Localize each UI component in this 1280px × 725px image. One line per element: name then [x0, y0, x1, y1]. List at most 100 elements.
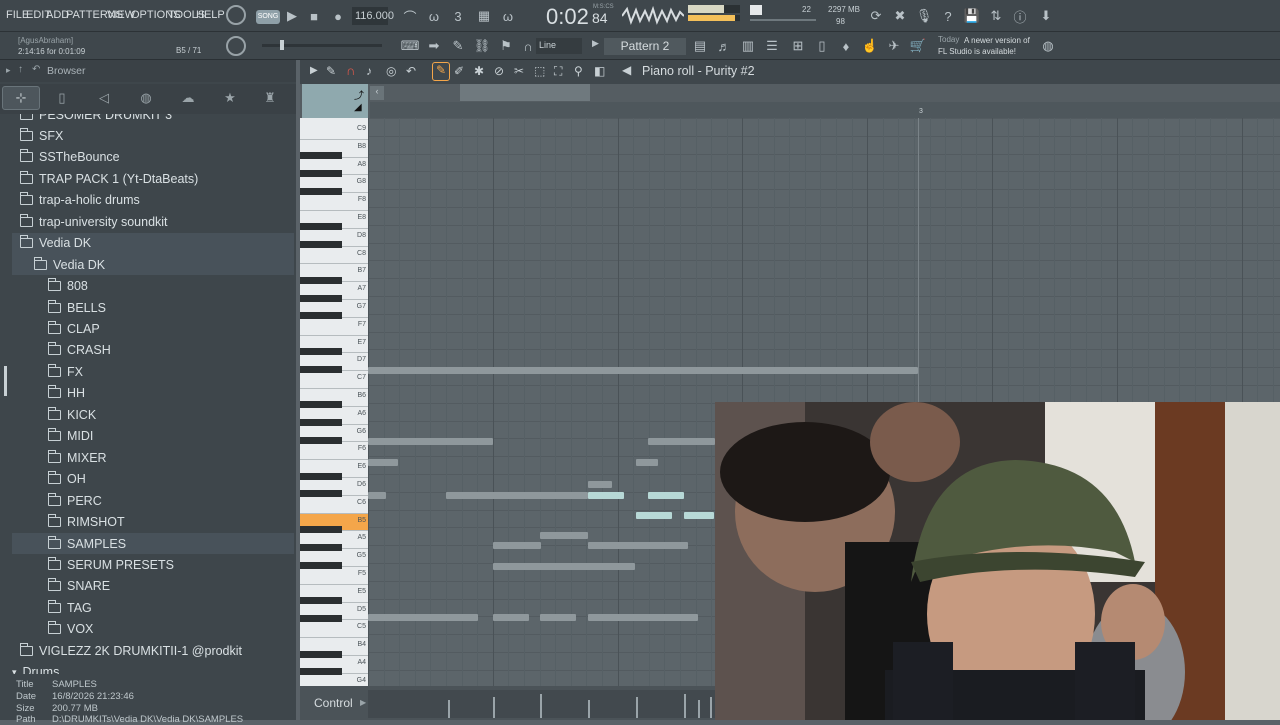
browser-item[interactable]: MIXER	[12, 447, 294, 468]
midi-note[interactable]	[588, 481, 612, 488]
piano-key[interactable]: F6	[300, 442, 368, 461]
tab-cloud-icon[interactable]: ☁	[178, 90, 198, 108]
stretch-icon[interactable]: ◢	[354, 102, 362, 113]
tab-all-icon[interactable]: ⊹	[2, 86, 40, 110]
piano-roll-icon[interactable]: ♬	[714, 36, 734, 56]
snap-select[interactable]: Line	[536, 38, 582, 54]
playback-tool-icon[interactable]: ◧	[594, 64, 605, 78]
zoom-tool-icon[interactable]: ⚲	[574, 64, 583, 78]
browser-item[interactable]: SSTheBounce	[12, 147, 294, 168]
tab-favorites-icon[interactable]: ★	[220, 90, 240, 108]
stamp-icon[interactable]: ⚑	[496, 36, 516, 56]
piano-keyboard[interactable]: C9 B8 A8 G8 F8 E8 D8 C8 B7 A7 G7 F7 E7 D7 C7 B6 A6 G6 F6 E6…	[300, 118, 368, 686]
tab-packs-icon[interactable]: ♜	[260, 90, 280, 108]
draw-tool-icon[interactable]: ✎	[432, 62, 450, 81]
midi-note[interactable]	[588, 542, 688, 549]
master-volume-knob[interactable]	[226, 5, 246, 25]
back-icon[interactable]: ↶	[32, 64, 40, 75]
browser-item[interactable]: SFX	[12, 125, 294, 146]
midi-note[interactable]	[648, 438, 715, 445]
microphone-icon[interactable]: 🎙	[914, 6, 934, 26]
wait-input-icon[interactable]: ω	[424, 6, 444, 26]
paint-tool-icon[interactable]: ✐	[454, 64, 464, 78]
midi-note[interactable]	[636, 459, 658, 466]
pattern-prev-icon[interactable]: ▶	[592, 38, 602, 54]
info-icon[interactable]: ⓘ	[1010, 6, 1030, 26]
magic-icon[interactable]: ✈	[884, 36, 904, 56]
velocity-bar[interactable]	[710, 697, 712, 718]
piano-key[interactable]: F7	[300, 318, 368, 336]
slice-tool-icon[interactable]: ✂	[514, 64, 524, 78]
record-target-icon[interactable]: ◎	[386, 64, 396, 78]
browser-item[interactable]: 808	[12, 276, 294, 297]
globe-icon[interactable]: ◍	[1038, 36, 1058, 56]
velocity-bar[interactable]	[698, 700, 700, 718]
piano-key[interactable]: C9	[300, 122, 368, 140]
browser-icon[interactable]: ⊞	[788, 36, 808, 56]
record-icon[interactable]: ●	[328, 6, 348, 26]
piano-key[interactable]: C7	[300, 371, 368, 389]
browser-item[interactable]: SNARE	[12, 576, 294, 597]
tab-plugins-icon[interactable]: ◁	[94, 90, 114, 108]
browser-item[interactable]: trap-university soundkit	[12, 211, 294, 232]
expand-icon[interactable]: ▸	[6, 65, 11, 76]
stop-icon[interactable]: ■	[304, 6, 324, 26]
file-icon[interactable]: ▯	[812, 36, 832, 56]
browser-item[interactable]: TAG	[12, 597, 294, 618]
midi-note[interactable]	[368, 614, 478, 621]
browser-item[interactable]: BELLS	[12, 297, 294, 318]
midi-note[interactable]	[368, 459, 398, 466]
wrench-icon[interactable]: ✎	[326, 64, 336, 78]
midi-note[interactable]	[636, 512, 672, 519]
pencil-icon[interactable]: ✎	[448, 36, 468, 56]
control-arrow-icon[interactable]: ▶	[360, 698, 366, 707]
metronome-icon[interactable]: ⌒	[400, 6, 420, 26]
link-icon[interactable]: ⛓	[472, 36, 492, 56]
browser-scrollbar[interactable]	[4, 120, 8, 674]
piano-key[interactable]: F5	[300, 567, 368, 585]
magnet-icon[interactable]: ∩	[518, 36, 538, 56]
midi-note[interactable]	[446, 492, 588, 499]
piano-key[interactable]: F8	[300, 193, 368, 211]
browser-item[interactable]: OH	[12, 469, 294, 490]
master-pitch-knob[interactable]	[226, 36, 246, 56]
midi-note[interactable]	[493, 563, 635, 570]
browser-item[interactable]: SERUM PRESETS	[12, 554, 294, 575]
browser-item[interactable]: RIMSHOT	[12, 512, 294, 533]
step-edit-icon[interactable]: ▦	[474, 6, 494, 26]
piano-key[interactable]: G4	[300, 674, 368, 686]
playlist-icon[interactable]: ▤	[690, 36, 710, 56]
browser-item[interactable]: Vedia DK	[12, 232, 294, 254]
midi-note[interactable]	[684, 512, 714, 519]
undo-icon[interactable]: ↶	[406, 64, 416, 78]
pianoroll-menu-arrow-icon[interactable]: ▶	[310, 65, 318, 76]
piano-key[interactable]: C5	[300, 620, 368, 639]
loop-record-icon[interactable]: ω	[498, 6, 518, 26]
control-selector[interactable]: Control	[314, 696, 353, 710]
save-icon[interactable]: 💾	[962, 6, 982, 26]
speaker-icon[interactable]: ◀	[622, 63, 631, 77]
browser-item[interactable]: PESOMER DRUMKIT 3	[12, 114, 294, 125]
browser-item[interactable]: CLAP	[12, 319, 294, 340]
up-arrow-icon[interactable]: ↑	[18, 64, 23, 75]
note-icon[interactable]: ♪	[366, 64, 372, 78]
refresh-icon[interactable]: ⟳	[866, 6, 886, 26]
mixer-icon[interactable]: ☰	[762, 36, 782, 56]
export-icon[interactable]: ⇅	[986, 6, 1006, 26]
tab-online-icon[interactable]: ◍	[136, 90, 156, 108]
song-mode-toggle[interactable]: SONG	[256, 10, 280, 24]
midi-note[interactable]	[368, 492, 386, 499]
master-slider[interactable]	[262, 40, 382, 50]
browser-item[interactable]: TRAP PACK 1 (Yt-DtaBeats)	[12, 168, 294, 189]
curve-icon[interactable]: ⤴	[354, 87, 364, 102]
velocity-bar[interactable]	[684, 694, 686, 718]
select-tool-icon[interactable]: ⬚	[534, 64, 545, 78]
cart-icon[interactable]: 🛒	[908, 36, 928, 56]
midi-note[interactable]	[368, 438, 493, 445]
browser-item[interactable]: VOX	[12, 619, 294, 640]
magnet-snap-icon[interactable]: ∩	[346, 63, 355, 78]
midi-note[interactable]	[493, 542, 541, 549]
arrow-right-icon[interactable]: ➡	[424, 36, 444, 56]
browser-item[interactable]: MIDI	[12, 426, 294, 447]
velocity-bar[interactable]	[588, 700, 590, 718]
